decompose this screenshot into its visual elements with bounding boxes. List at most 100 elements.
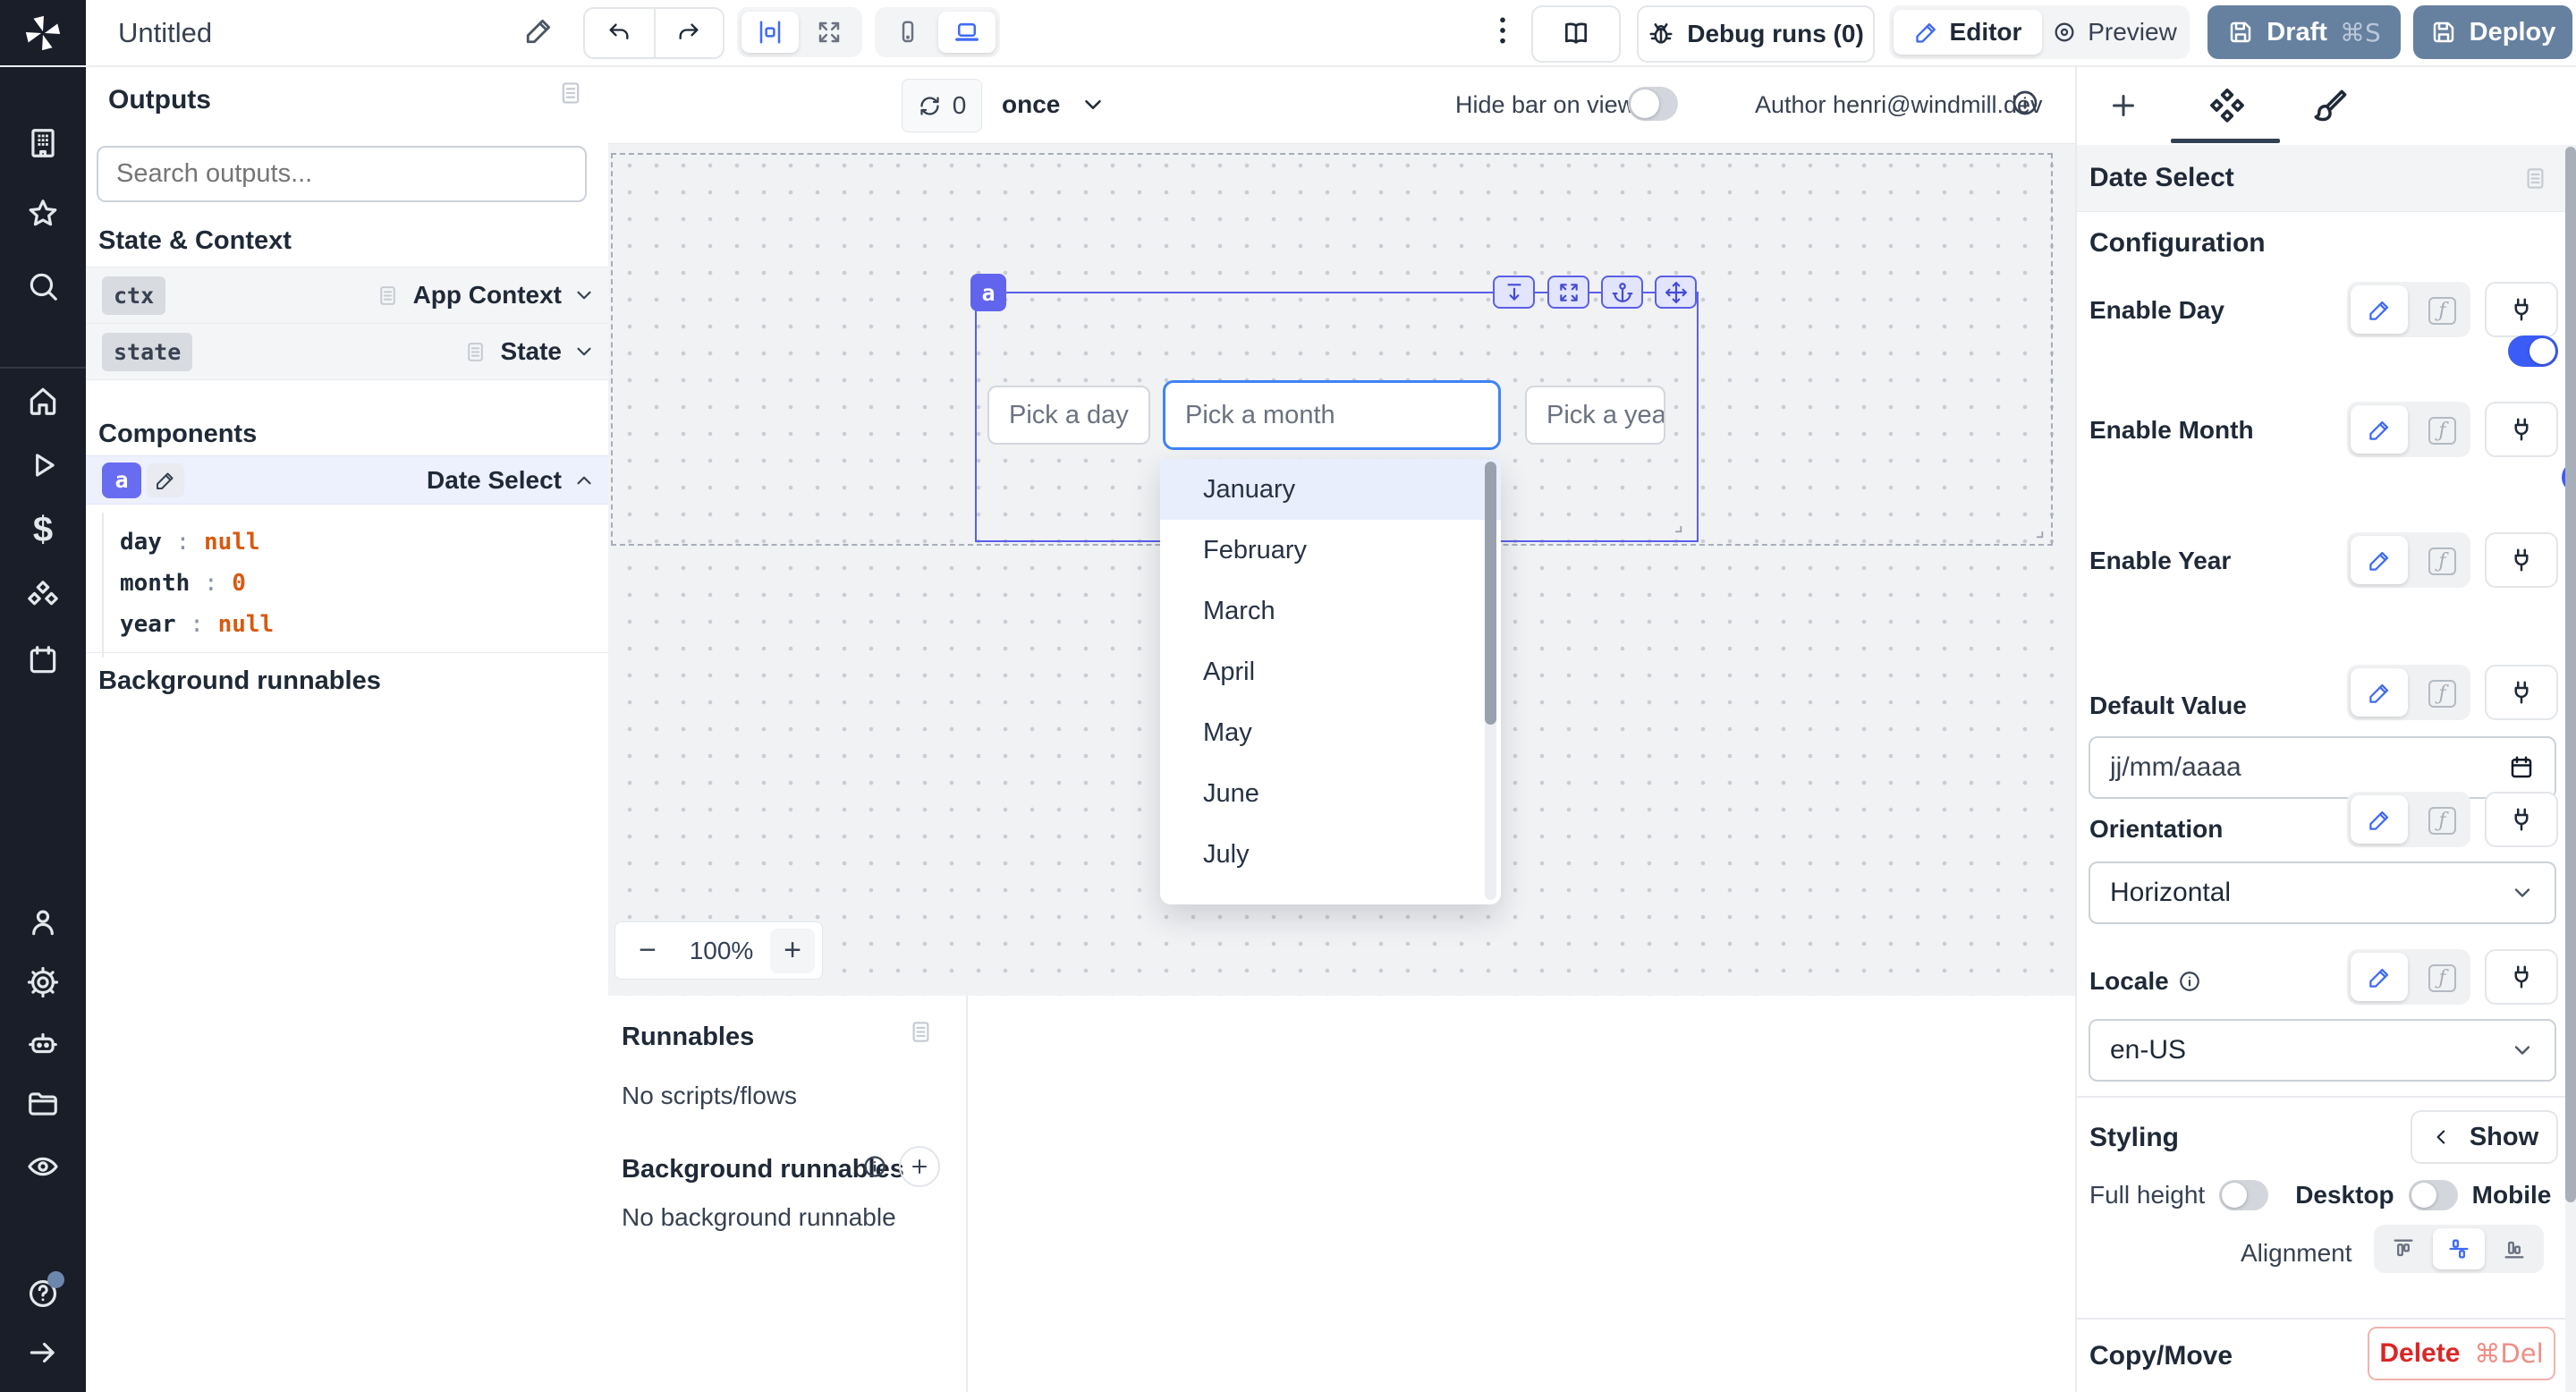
locale-select[interactable]: en-US [2089,1019,2556,1082]
folders-button[interactable] [26,1087,60,1121]
javascript-mode-button[interactable]: ƒ [2428,547,2456,575]
orientation-connect-button[interactable] [2485,792,2558,847]
design-surface[interactable]: a January February March April May June … [608,143,2075,997]
debug-runs-button[interactable]: Debug runs (0) [1637,5,1875,63]
rename-app-button[interactable] [524,15,555,46]
zoom-out-button[interactable]: − [623,933,673,968]
output-line[interactable]: year : null [120,604,608,645]
audit-button[interactable] [26,1150,60,1184]
year-input[interactable] [1525,386,1665,445]
background-runnables-info-icon[interactable] [862,1154,887,1179]
search-nav-button[interactable] [26,269,60,303]
state-row[interactable]: state State [86,323,608,380]
draft-button[interactable]: Draft ⌘S [2207,5,2401,59]
center-content-button[interactable] [741,12,799,53]
ai-button[interactable] [26,1026,60,1060]
month-option[interactable]: July [1160,824,1501,885]
javascript-mode-button[interactable]: ƒ [2428,417,2456,445]
users-button[interactable] [26,905,60,939]
month-option[interactable]: August [1160,885,1501,904]
enable-month-connect-button[interactable] [2485,402,2558,457]
javascript-mode-button[interactable]: ƒ [2428,297,2456,325]
runs-button[interactable] [26,448,60,482]
month-option[interactable]: March [1160,581,1501,641]
static-mode-button[interactable] [2351,405,2408,454]
component-settings-tab[interactable] [2207,86,2247,125]
locale-connect-button[interactable] [2485,949,2558,1005]
settings-button[interactable] [26,965,60,999]
javascript-mode-button[interactable]: ƒ [2428,680,2456,708]
anchor-handle[interactable] [1601,276,1643,309]
styling-tab[interactable] [2311,88,2349,125]
edit-component-id-button[interactable] [147,463,184,497]
author-info-icon[interactable] [2011,89,2039,117]
schedules-button[interactable] [26,643,60,677]
align-center-button[interactable] [2433,1228,2485,1269]
resize-corner-icon[interactable] [2026,521,2046,540]
javascript-mode-button[interactable]: ƒ [2428,807,2456,835]
output-line[interactable]: month : 0 [120,563,608,604]
component-tag[interactable]: a [970,274,1006,311]
static-mode-button[interactable] [2351,795,2408,844]
orientation-select[interactable]: Horizontal [2089,862,2556,924]
output-line[interactable]: day : null [120,522,608,563]
component-resize-icon[interactable] [1665,515,1684,535]
static-mode-button[interactable] [2351,285,2408,334]
month-input[interactable] [1163,380,1501,450]
info-icon[interactable] [2178,970,2201,993]
deploy-button[interactable]: Deploy [2413,5,2572,59]
settings-scrollbar-thumb[interactable] [2565,147,2576,1202]
windmill-logo[interactable] [0,0,86,65]
workspace-button[interactable] [26,126,60,160]
day-input[interactable] [987,386,1150,445]
align-bottom-button[interactable] [2488,1228,2540,1269]
component-row[interactable]: a Date Select [86,455,608,505]
insert-component-tab[interactable] [2107,89,2140,122]
javascript-mode-button[interactable]: ƒ [2428,964,2456,992]
refresh-app-button[interactable]: 0 [902,79,982,132]
fill-height-handle[interactable] [1493,276,1535,309]
fullscreen-canvas-button[interactable] [801,12,858,53]
default-value-date-input[interactable]: jj/mm/aaaa [2089,736,2556,799]
resources-button[interactable] [26,578,60,612]
enable-day-toggle[interactable] [2508,335,2558,367]
outputs-doc-icon[interactable] [558,80,583,106]
desktop-view-button[interactable] [938,12,996,53]
static-mode-button[interactable] [2351,536,2408,584]
preview-tab[interactable]: Preview [2044,10,2185,55]
refresh-frequency-select[interactable]: once [1002,85,1106,124]
zoom-in-button[interactable]: + [770,929,815,973]
styling-show-button[interactable]: Show [2411,1110,2558,1164]
enable-day-connect-button[interactable] [2485,282,2558,337]
hide-bar-toggle[interactable] [1628,87,1678,121]
default-value-connect-button[interactable] [2485,665,2558,720]
month-option[interactable]: January [1160,459,1501,520]
runnables-doc-icon[interactable] [909,1019,933,1045]
variables-button[interactable]: $ [26,513,60,547]
redo-button[interactable] [656,9,723,57]
home-button[interactable] [26,384,60,418]
delete-component-button[interactable]: Delete ⌘Del [2368,1327,2555,1380]
add-background-runnable-button[interactable] [899,1146,940,1187]
undo-button[interactable] [585,9,656,57]
dropdown-scrollbar-thumb[interactable] [1485,462,1496,725]
static-mode-button[interactable] [2351,668,2408,717]
month-option[interactable]: June [1160,763,1501,824]
editor-tab[interactable]: Editor [1894,10,2042,55]
favorites-button[interactable] [26,197,60,231]
ctx-row[interactable]: ctx App Context [86,267,608,324]
full-height-toggle[interactable] [2219,1180,2268,1210]
month-option[interactable]: May [1160,702,1501,763]
month-option[interactable]: February [1160,520,1501,581]
more-options-button[interactable] [1485,9,1521,52]
desktop-toggle[interactable] [2409,1180,2458,1210]
month-option[interactable]: April [1160,641,1501,702]
docs-button[interactable] [1531,5,1621,63]
help-button[interactable] [26,1277,60,1311]
collapse-rail-button[interactable] [26,1336,60,1370]
search-outputs-input[interactable] [97,146,587,202]
settings-doc-icon[interactable] [2523,166,2547,191]
mobile-view-button[interactable] [879,12,936,53]
static-mode-button[interactable] [2351,953,2408,1001]
enable-year-connect-button[interactable] [2485,532,2558,588]
